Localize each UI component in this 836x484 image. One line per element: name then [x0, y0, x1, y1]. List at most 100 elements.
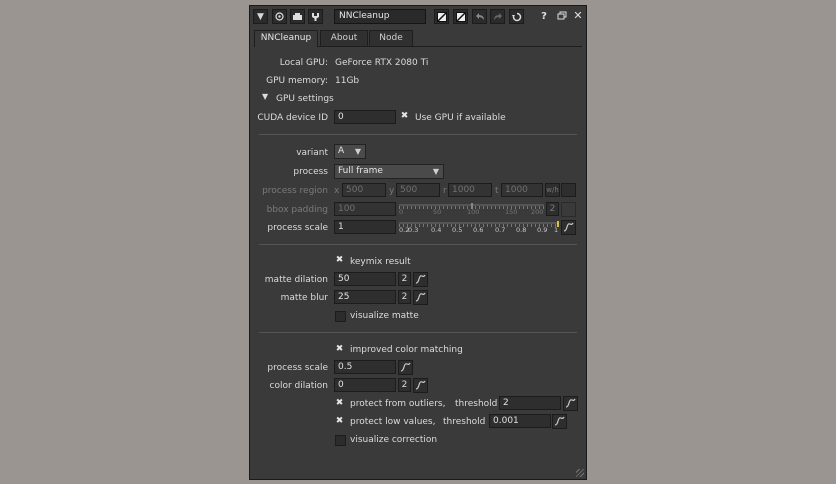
scale-tick-label: 0.7	[495, 226, 506, 234]
tab-nncleanup[interactable]: NNCleanup	[254, 30, 318, 47]
use-gpu-label: Use GPU if available	[415, 113, 506, 123]
use-gpu-checkbox[interactable]: ✖	[399, 112, 410, 123]
expand-triangle-icon[interactable]: ▼	[262, 92, 268, 101]
improved-color-matching-checkbox[interactable]: ✖	[334, 345, 345, 356]
bbox-animation-button[interactable]	[561, 202, 576, 217]
color-swatch-2-icon[interactable]	[453, 9, 468, 24]
matte-blur-input[interactable]: 25	[334, 290, 396, 304]
bbox-dimension-button[interactable]: 2	[546, 202, 559, 216]
variant-dropdown[interactable]: A ▼	[334, 144, 366, 159]
tab-node[interactable]: Node	[369, 30, 413, 46]
color-process-scale-input[interactable]: 0.5	[334, 360, 396, 374]
region-extra-button[interactable]	[561, 183, 576, 197]
center-node-icon[interactable]	[272, 9, 287, 24]
undo-icon[interactable]	[472, 9, 487, 24]
color-swatch-icon[interactable]	[434, 9, 449, 24]
collapse-arrow-icon[interactable]: ▼	[253, 9, 268, 24]
improved-color-matching-label: improved color matching	[350, 345, 463, 355]
region-x-label: x	[334, 186, 340, 196]
scale-tick-label: 1	[554, 226, 559, 234]
scale-tick-label: 0.3	[408, 226, 419, 234]
bbox-tick-label: 50	[433, 208, 442, 216]
scale-tick-label: 0.6	[473, 226, 484, 234]
region-t-label: t	[495, 186, 499, 196]
process-scale-label: process scale	[267, 223, 328, 233]
region-y-label: y	[389, 186, 395, 196]
help-icon[interactable]: ?	[539, 10, 549, 24]
visualize-matte-checkbox[interactable]	[335, 311, 346, 322]
chevron-down-icon: ▼	[354, 147, 361, 156]
low-threshold-animation-button[interactable]	[552, 414, 567, 429]
bbox-padding-label: bbox padding	[266, 205, 328, 215]
matte-dilation-animation-button[interactable]	[413, 272, 428, 287]
cuda-device-input[interactable]: 0	[334, 110, 396, 124]
keymix-checkbox[interactable]: ✖	[334, 256, 345, 267]
matte-blur-animation-button[interactable]	[413, 290, 428, 305]
process-label: process	[293, 167, 328, 177]
node-name-field[interactable]: NNCleanup	[334, 9, 426, 24]
scale-tick-label: 0.9	[537, 226, 548, 234]
variant-label: variant	[296, 148, 328, 158]
close-icon[interactable]: ✕	[572, 9, 584, 23]
divider	[259, 244, 577, 245]
process-scale-animation-button[interactable]	[561, 220, 576, 235]
local-gpu-label: Local GPU:	[279, 58, 328, 68]
local-gpu-value: GeForce RTX 2080 Ti	[335, 58, 429, 68]
wh-button[interactable]: w/h	[545, 183, 560, 197]
region-x-input[interactable]: 500	[342, 183, 386, 197]
color-dilation-dimension-button[interactable]: 2	[398, 378, 411, 392]
protect-low-values-label: protect low values,	[350, 417, 436, 427]
scale-tick-label: 0.5	[452, 226, 463, 234]
matte-dilation-dimension-button[interactable]: 2	[398, 272, 411, 286]
color-dilation-label: color dilation	[269, 381, 329, 391]
color-dilation-animation-button[interactable]	[413, 378, 428, 393]
keymix-label: keymix result	[350, 257, 411, 267]
properties-panel: ▼ NNCleanup ? ✕ NNCleanup About Node Loc…	[249, 5, 587, 480]
low-threshold-label: threshold	[443, 417, 486, 427]
cuda-device-label: CUDA device ID	[257, 113, 328, 123]
visualize-correction-checkbox[interactable]	[335, 435, 346, 446]
low-threshold-input[interactable]: 0.001	[489, 414, 551, 428]
bbox-padding-input[interactable]: 100	[334, 202, 396, 216]
tools-icon[interactable]	[308, 9, 323, 24]
protect-outliers-checkbox[interactable]: ✖	[334, 399, 345, 410]
nodeset-icon[interactable]	[290, 9, 305, 24]
protect-low-values-checkbox[interactable]: ✖	[334, 417, 345, 428]
resize-grip-icon[interactable]	[576, 469, 584, 477]
color-process-scale-animation-button[interactable]	[398, 360, 413, 375]
color-process-scale-label: process scale	[267, 363, 328, 373]
color-dilation-input[interactable]: 0	[334, 378, 396, 392]
chevron-down-icon: ▼	[432, 167, 439, 176]
process-value: Full frame	[338, 166, 383, 176]
divider	[259, 134, 577, 135]
process-region-label: process region	[262, 186, 328, 196]
outliers-threshold-input[interactable]: 2	[499, 396, 561, 410]
gpu-memory-label: GPU memory:	[266, 76, 328, 86]
outliers-threshold-animation-button[interactable]	[563, 396, 578, 411]
region-r-input[interactable]: 1000	[448, 183, 492, 197]
revert-icon[interactable]	[509, 9, 524, 24]
matte-blur-dimension-button[interactable]: 2	[398, 290, 411, 304]
bbox-padding-slider[interactable]: 0 50 100 150 200	[399, 203, 544, 217]
scale-tick-label: 0.8	[516, 226, 527, 234]
bbox-tick-label: 150	[505, 208, 518, 216]
protect-outliers-label: protect from outliers,	[350, 399, 446, 409]
region-r-label: r	[443, 186, 447, 196]
gpu-settings-label[interactable]: GPU settings	[276, 94, 334, 104]
bbox-tick-label: 100	[467, 208, 480, 216]
matte-blur-label: matte blur	[280, 293, 328, 303]
matte-dilation-input[interactable]: 50	[334, 272, 396, 286]
matte-dilation-label: matte dilation	[264, 275, 328, 285]
process-scale-slider[interactable]: 0.2 0.3 0.4 0.5 0.6 0.7 0.8 0.9 1	[399, 221, 559, 235]
float-panel-icon[interactable]	[557, 10, 567, 24]
process-dropdown[interactable]: Full frame ▼	[334, 164, 444, 179]
outliers-threshold-label: threshold	[455, 399, 498, 409]
divider	[259, 332, 577, 333]
tab-about[interactable]: About	[320, 30, 368, 46]
region-y-input[interactable]: 500	[396, 183, 440, 197]
region-t-input[interactable]: 1000	[501, 183, 543, 197]
redo-icon[interactable]	[490, 9, 505, 24]
visualize-matte-label: visualize matte	[350, 311, 419, 321]
variant-value: A	[338, 146, 345, 156]
process-scale-input[interactable]: 1	[334, 220, 396, 234]
